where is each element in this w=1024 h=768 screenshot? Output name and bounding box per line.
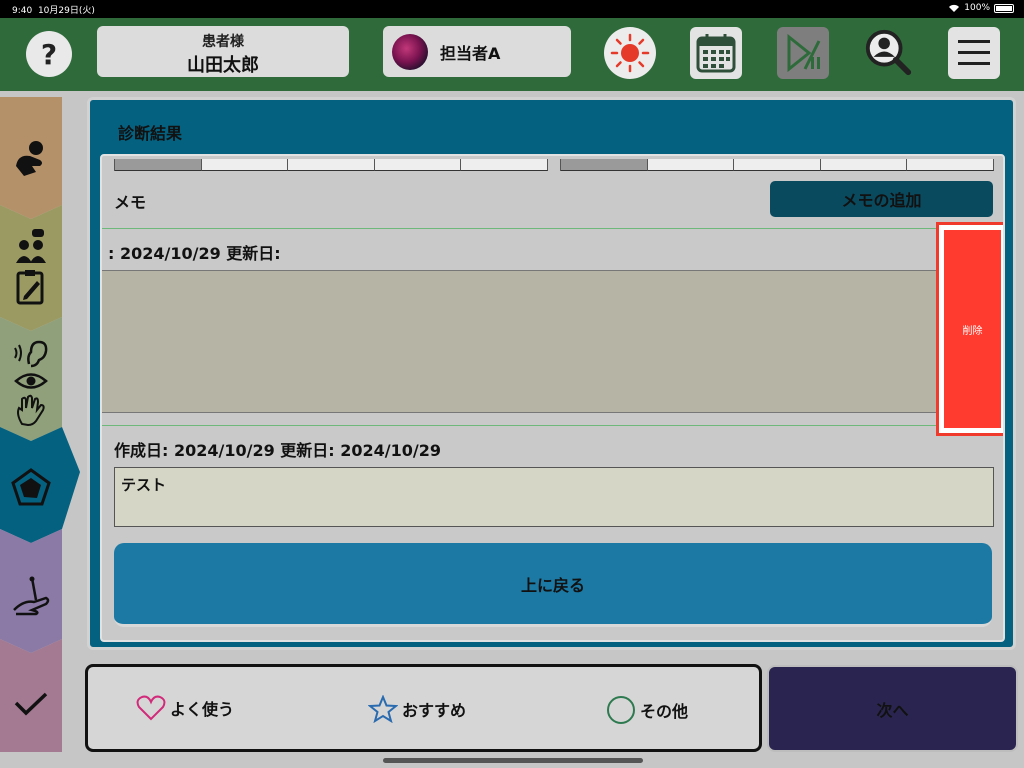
menu-button[interactable] xyxy=(948,27,1000,79)
tab-transfer[interactable] xyxy=(0,127,62,187)
other-label: その他 xyxy=(640,702,689,721)
help-button[interactable]: ? xyxy=(26,31,72,77)
favorites-filter[interactable]: よく使う xyxy=(136,695,234,721)
recommended-label: おすすめ xyxy=(402,701,467,720)
status-bar: 9:40 10月29日(火) 100% xyxy=(0,0,1024,18)
light-button[interactable] xyxy=(604,27,656,79)
tab-senses[interactable] xyxy=(0,329,62,434)
patient-info-button[interactable]: 患者様 山田太郎 xyxy=(97,26,349,77)
wifi-icon xyxy=(949,4,960,12)
eye-icon xyxy=(14,372,48,389)
status-time: 9:40 10月29日(火) xyxy=(12,6,95,16)
side-tabs xyxy=(0,97,80,757)
acupuncture-icon xyxy=(13,576,50,616)
delete-highlight: 削除 xyxy=(936,222,1003,436)
next-button[interactable]: 次へ xyxy=(767,665,1018,752)
avatar xyxy=(392,33,428,70)
diagnosis-panel: 診断結果 メモ メモの追加 : 2024/10/29 更新日: 削除 作成日: … xyxy=(87,97,1016,650)
progress-segments-right xyxy=(560,159,994,171)
staff-button[interactable]: 担当者A xyxy=(383,26,571,77)
clipboard-edit-icon xyxy=(16,270,44,305)
patient-name: 山田太郎 xyxy=(187,55,259,76)
segment xyxy=(561,159,648,171)
patient-label: 患者様 xyxy=(202,34,244,50)
memo-body[interactable] xyxy=(102,270,938,413)
progress-segments-left xyxy=(114,159,548,171)
pentagon-chart-icon xyxy=(11,468,51,506)
hamburger-menu-icon xyxy=(958,40,990,65)
tab-treatment[interactable] xyxy=(0,562,62,632)
status-right: 100% xyxy=(948,3,1014,13)
calendar-button[interactable] xyxy=(690,27,742,79)
search-user-button[interactable] xyxy=(863,27,915,79)
add-memo-button[interactable]: メモの追加 xyxy=(770,181,993,217)
star-icon xyxy=(368,695,398,723)
battery-icon xyxy=(994,3,1014,13)
staff-name: 担当者A xyxy=(440,43,501,63)
home-indicator xyxy=(383,758,643,763)
panel-title: 診断結果 xyxy=(118,124,183,143)
sun-icon xyxy=(610,33,650,73)
tab-interview[interactable] xyxy=(0,222,62,312)
battery-percent: 100% xyxy=(964,3,990,13)
ear-sound-icon xyxy=(14,340,48,367)
hand-transfer-icon xyxy=(16,141,43,176)
tab-diagnosis[interactable] xyxy=(0,452,62,522)
people-chat-icon xyxy=(16,229,46,263)
memo-area: メモ メモの追加 : 2024/10/29 更新日: 削除 作成日: 2024/… xyxy=(100,154,1005,642)
play-pause-icon xyxy=(787,33,821,73)
memo-body[interactable]: テスト xyxy=(114,467,994,527)
segment xyxy=(201,159,289,171)
delete-button[interactable]: 削除 xyxy=(944,230,1001,428)
segment xyxy=(820,159,908,171)
segment xyxy=(734,159,821,171)
recommended-filter[interactable]: おすすめ xyxy=(368,695,466,723)
back-to-top-button[interactable]: 上に戻る xyxy=(114,543,992,627)
circle-icon xyxy=(607,696,635,724)
segment xyxy=(374,159,462,171)
other-filter[interactable]: その他 xyxy=(606,695,688,725)
check-icon xyxy=(14,692,48,715)
app-header: ? 患者様 山田太郎 担当者A xyxy=(0,18,1024,91)
calendar-icon xyxy=(696,34,736,73)
segment xyxy=(461,159,548,171)
segment xyxy=(115,159,202,171)
memo-item[interactable]: : 2024/10/29 更新日: xyxy=(102,228,938,426)
user-search-icon xyxy=(865,29,912,76)
tab-complete[interactable] xyxy=(0,672,62,737)
play-pause-button[interactable] xyxy=(777,27,829,79)
filter-bar: よく使う おすすめ その他 xyxy=(85,664,762,752)
memo-dates: : 2024/10/29 更新日: xyxy=(108,244,281,263)
favorites-label: よく使う xyxy=(170,700,235,719)
hand-icon xyxy=(17,394,45,426)
memo-text: テスト xyxy=(121,476,167,494)
segment xyxy=(288,159,375,171)
memo-label: メモ xyxy=(114,193,147,212)
segment xyxy=(907,159,994,171)
heart-icon xyxy=(136,695,166,721)
segment xyxy=(647,159,735,171)
memo-dates: 作成日: 2024/10/29 更新日: 2024/10/29 xyxy=(114,441,442,460)
